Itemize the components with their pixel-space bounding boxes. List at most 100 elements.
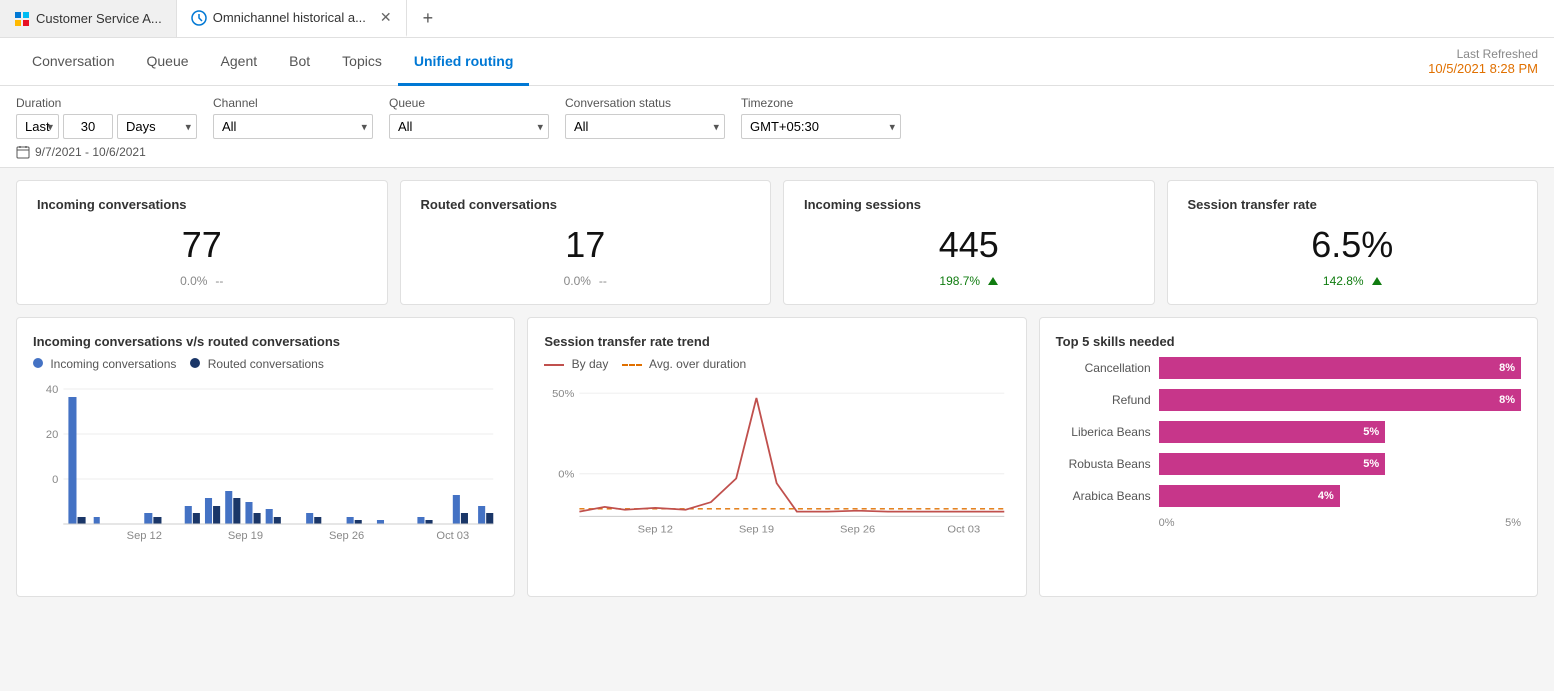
last-refreshed-label: Last Refreshed	[1428, 47, 1538, 61]
legend-routed-label: Routed conversations	[208, 357, 324, 371]
duration-unit-select[interactable]: Days	[117, 114, 197, 139]
legend-avg-dashed	[622, 364, 642, 366]
svg-text:Sep 19: Sep 19	[228, 530, 263, 542]
legend-routed-dot	[190, 358, 200, 368]
skill-row-cancellation: Cancellation 8%	[1056, 357, 1521, 379]
kpi-1-sub1: 0.0%	[564, 274, 591, 288]
kpi-0-sub2: --	[215, 274, 223, 288]
skill-row-liberica: Liberica Beans 5%	[1056, 421, 1521, 443]
timezone-select[interactable]: GMT+05:30	[741, 114, 901, 139]
skill-bar-arabica: 4%	[1159, 485, 1340, 507]
last-refreshed-value: 10/5/2021 8:28 PM	[1428, 61, 1538, 76]
skills-chart-title: Top 5 skills needed	[1056, 334, 1521, 349]
charts-row: Incoming conversations v/s routed conver…	[16, 317, 1538, 597]
last-refreshed: Last Refreshed 10/5/2021 8:28 PM	[1428, 47, 1538, 76]
grid-icon	[14, 11, 30, 27]
bar-chart-svg: 40 20 0	[33, 379, 498, 559]
bar-chart-area: 40 20 0	[33, 379, 498, 559]
status-label: Conversation status	[565, 96, 725, 110]
line-chart-area: 50% 0% Sep 12 Sep 19 Sep 26	[544, 379, 1009, 559]
svg-text:0: 0	[52, 474, 58, 486]
svg-text:Sep 12: Sep 12	[127, 530, 162, 542]
tab-agent[interactable]: Agent	[205, 38, 274, 86]
svg-text:Oct 03: Oct 03	[948, 524, 981, 536]
tab-unified-routing[interactable]: Unified routing	[398, 38, 530, 86]
skills-chart: Cancellation 8% Refund 8%	[1056, 357, 1521, 529]
svg-text:Sep 12: Sep 12	[638, 524, 673, 536]
duration-value-input[interactable]: 30	[63, 114, 113, 139]
svg-text:50%: 50%	[552, 388, 575, 400]
tab-queue[interactable]: Queue	[131, 38, 205, 86]
legend-avg-label: Avg. over duration	[649, 357, 746, 371]
legend-incoming-dot	[33, 358, 43, 368]
svg-text:Sep 26: Sep 26	[329, 530, 364, 542]
nav-tabs: Conversation Queue Agent Bot Topics Unif…	[16, 38, 529, 85]
skill-row-arabica: Arabica Beans 4%	[1056, 485, 1521, 507]
kpi-2-sub1: 198.7%	[939, 274, 980, 288]
duration-filter: Duration Last 30 Days	[16, 96, 197, 139]
close-tab-button[interactable]: ✕	[380, 9, 392, 26]
duration-preset-select[interactable]: Last	[16, 114, 59, 139]
skill-row-robusta: Robusta Beans 5%	[1056, 453, 1521, 475]
tab-omnichannel[interactable]: Omnichannel historical a... ✕	[177, 0, 407, 37]
kpi-session-transfer-rate: Session transfer rate 6.5% 142.8%	[1167, 180, 1539, 305]
date-range-value: 9/7/2021 - 10/6/2021	[35, 145, 146, 159]
svg-text:Oct 03: Oct 03	[436, 530, 469, 542]
skill-label-robusta: Robusta Beans	[1056, 457, 1151, 471]
legend-byday-line	[544, 364, 564, 366]
svg-text:Sep 19: Sep 19	[739, 524, 774, 536]
kpi-row: Incoming conversations 77 0.0% -- Routed…	[16, 180, 1538, 305]
channel-filter: Channel All	[213, 96, 373, 139]
bar-chart-legend: Incoming conversations Routed conversati…	[33, 357, 498, 371]
timezone-filter: Timezone GMT+05:30	[741, 96, 901, 139]
tab-bot[interactable]: Bot	[273, 38, 326, 86]
skill-bar-refund: 8%	[1159, 389, 1521, 411]
trend-up-icon-transfer	[1372, 277, 1382, 285]
add-tab-button[interactable]: +	[407, 0, 450, 37]
tab-omnichannel-label: Omnichannel historical a...	[213, 10, 366, 25]
kpi-3-sub1: 142.8%	[1323, 274, 1364, 288]
kpi-1-sub2: --	[599, 274, 607, 288]
skill-bar-liberica: 5%	[1159, 421, 1385, 443]
calendar-icon	[16, 145, 30, 159]
nav-bar: Conversation Queue Agent Bot Topics Unif…	[0, 38, 1554, 86]
tab-bar: Customer Service A... Omnichannel histor…	[0, 0, 1554, 38]
queue-select[interactable]: All	[389, 114, 549, 139]
skills-x-label-1: 5%	[1505, 517, 1521, 529]
tab-topics[interactable]: Topics	[326, 38, 398, 86]
skill-bar-cancellation: 8%	[1159, 357, 1521, 379]
status-select[interactable]: All	[565, 114, 725, 139]
queue-filter: Queue All	[389, 96, 549, 139]
kpi-incoming-sessions: Incoming sessions 445 198.7%	[783, 180, 1155, 305]
svg-text:Sep 26: Sep 26	[840, 524, 875, 536]
tab-conversation[interactable]: Conversation	[16, 38, 131, 86]
tab-customer-service[interactable]: Customer Service A...	[0, 0, 177, 37]
kpi-routed-conversations: Routed conversations 17 0.0% --	[400, 180, 772, 305]
svg-text:20: 20	[46, 429, 58, 441]
filters-bar: Duration Last 30 Days Channel	[0, 86, 1554, 168]
skill-label-arabica: Arabica Beans	[1056, 489, 1151, 503]
channel-label: Channel	[213, 96, 373, 110]
channel-select[interactable]: All	[213, 114, 373, 139]
kpi-0-sub1: 0.0%	[180, 274, 207, 288]
bar-chart-title: Incoming conversations v/s routed conver…	[33, 334, 498, 349]
date-range: 9/7/2021 - 10/6/2021	[16, 139, 1538, 159]
bar-chart-card: Incoming conversations v/s routed conver…	[16, 317, 515, 597]
svg-text:0%: 0%	[559, 469, 576, 481]
line-chart-legend: By day Avg. over duration	[544, 357, 1009, 371]
legend-byday-label: By day	[572, 357, 609, 371]
skills-chart-card: Top 5 skills needed Cancellation 8% Refu…	[1039, 317, 1538, 597]
skill-row-refund: Refund 8%	[1056, 389, 1521, 411]
kpi-incoming-conversations: Incoming conversations 77 0.0% --	[16, 180, 388, 305]
svg-text:40: 40	[46, 384, 58, 396]
line-chart-title: Session transfer rate trend	[544, 334, 1009, 349]
legend-incoming-label: Incoming conversations	[50, 357, 176, 371]
skill-label-cancellation: Cancellation	[1056, 361, 1151, 375]
skill-label-refund: Refund	[1056, 393, 1151, 407]
skills-x-axis: 0% 5%	[1056, 517, 1521, 529]
status-filter: Conversation status All	[565, 96, 725, 139]
tab-customer-service-label: Customer Service A...	[36, 11, 162, 26]
duration-label: Duration	[16, 96, 197, 110]
skill-label-liberica: Liberica Beans	[1056, 425, 1151, 439]
skill-bar-robusta: 5%	[1159, 453, 1385, 475]
